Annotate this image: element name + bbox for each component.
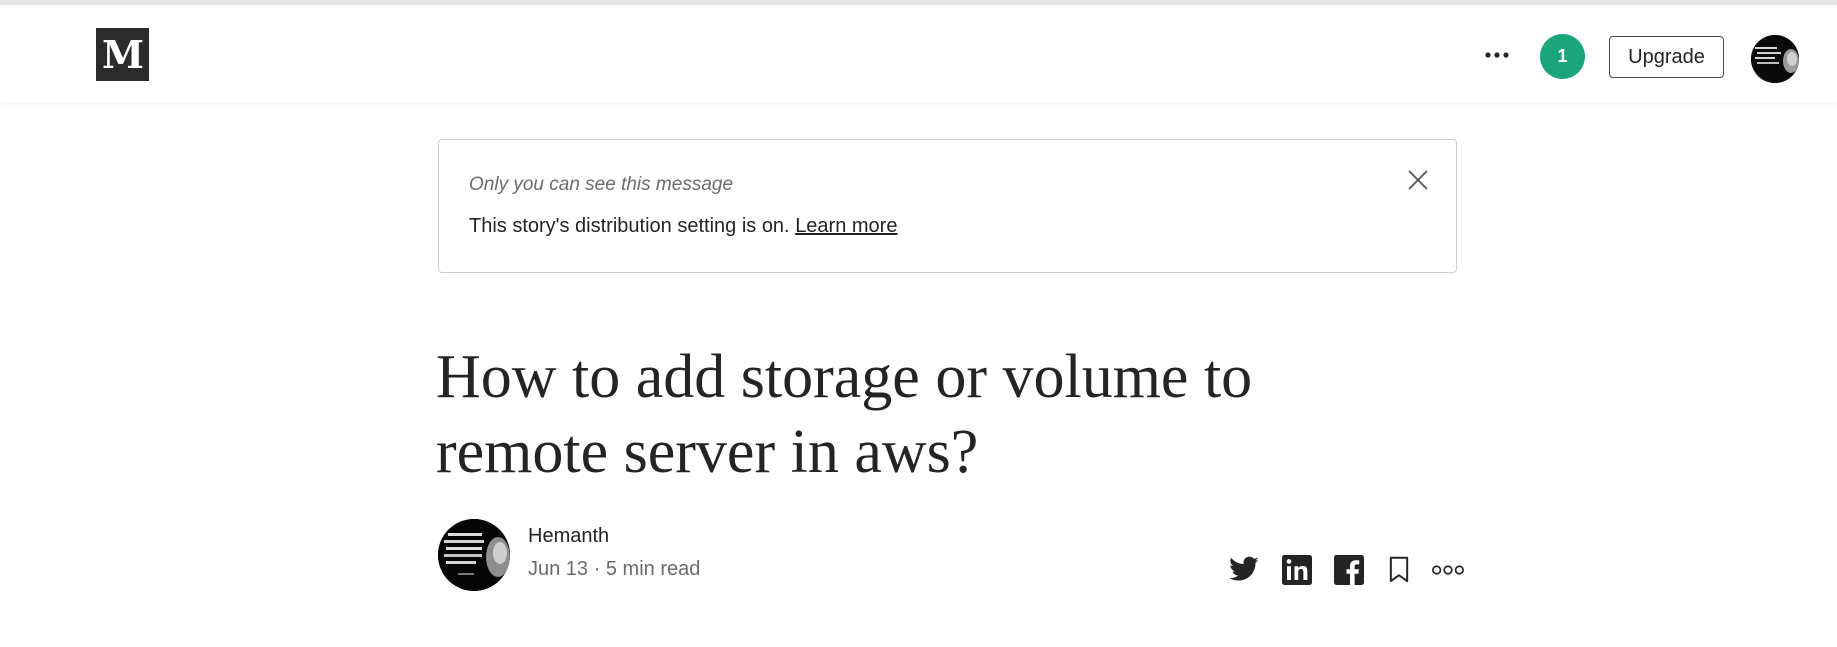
- more-icon[interactable]: [1431, 553, 1465, 587]
- article-meta: Jun 13 · 5 min read: [528, 558, 700, 581]
- bookmark-icon[interactable]: [1382, 553, 1416, 587]
- notice-message: This story's distribution setting is on.…: [469, 215, 897, 238]
- facebook-icon[interactable]: [1332, 553, 1366, 587]
- user-avatar[interactable]: [1751, 35, 1799, 83]
- learn-more-link[interactable]: Learn more: [795, 215, 897, 237]
- author-name[interactable]: Hemanth: [528, 525, 609, 548]
- medium-logo[interactable]: M: [96, 28, 149, 81]
- distribution-notice: Only you can see this message This story…: [438, 139, 1457, 273]
- linkedin-icon[interactable]: [1280, 553, 1314, 587]
- close-icon[interactable]: [1406, 168, 1430, 192]
- upgrade-button[interactable]: Upgrade: [1609, 36, 1724, 78]
- top-navbar: M 1 Upgrade: [0, 5, 1837, 102]
- meta-separator: ·: [593, 558, 601, 580]
- article-title: How to add storage or volume to remote s…: [436, 340, 1336, 490]
- read-time: 5 min read: [605, 558, 701, 580]
- notice-visibility-text: Only you can see this message: [469, 174, 734, 195]
- notice-message-text: This story's distribution setting is on.: [469, 215, 790, 237]
- author-avatar[interactable]: [438, 519, 510, 591]
- notification-badge[interactable]: 1: [1540, 34, 1585, 79]
- publish-date: Jun 13: [528, 558, 589, 580]
- article-title-line-1: How to add storage or volume to: [436, 343, 1253, 411]
- twitter-icon[interactable]: [1227, 553, 1261, 587]
- article-title-line-2: remote server in aws?: [436, 418, 979, 486]
- more-options-icon[interactable]: [1481, 39, 1513, 71]
